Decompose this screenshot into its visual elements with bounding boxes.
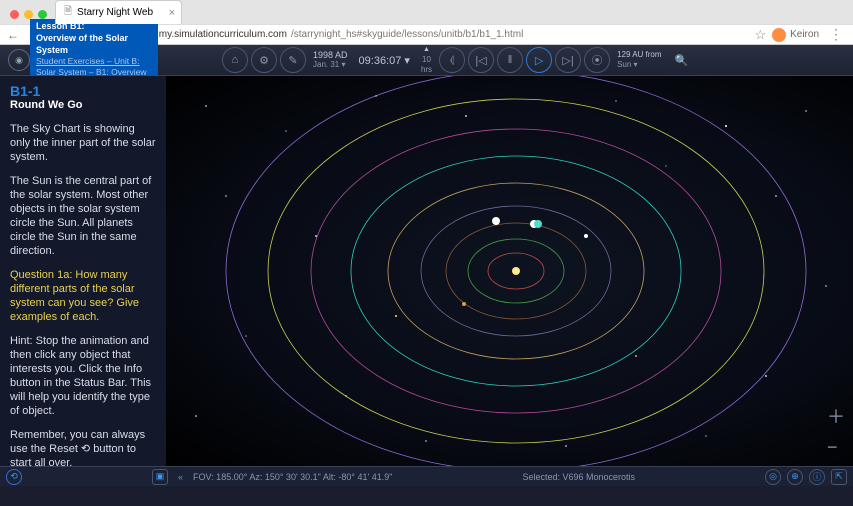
lesson-question: Question 1a: How many different parts of… <box>10 268 156 324</box>
reset-button[interactable]: ⟲ <box>6 469 22 485</box>
selected-readout: Selected: V696 Monocerotis <box>522 472 635 482</box>
date-year: 1998 AD <box>313 50 348 60</box>
question-label: Question 1a: <box>10 269 72 281</box>
lesson-panel: B1-1 Round We Go The Sky Chart is showin… <box>0 76 166 466</box>
zoom-controls: ＋ − <box>827 403 845 458</box>
close-window-icon[interactable] <box>10 10 19 19</box>
location-line1: 129 AU from <box>617 50 661 60</box>
lesson-p1: The Sky Chart is showing only the inner … <box>10 122 156 164</box>
lesson-hint: Hint: Stop the animation and then click … <box>10 334 156 418</box>
status-bar: ⟲ ▣ « FOV: 185.00° Az: 150° 30' 30.1" Al… <box>0 466 853 486</box>
skip-forward-button[interactable]: ▷| <box>555 47 581 73</box>
url-field[interactable]: 🔒 Secure | https://my.simulationcurricul… <box>66 29 748 40</box>
minimize-window-icon[interactable] <box>24 10 33 19</box>
close-tab-icon[interactable]: × <box>169 7 175 19</box>
lesson-code: B1-1 <box>10 84 156 98</box>
bookmark-icon[interactable]: ☆ <box>754 27 766 43</box>
url-host: my.simulationcurriculum.com <box>159 29 287 40</box>
collapse-button[interactable]: « <box>178 472 183 482</box>
browser-tab[interactable]: 🗎 Starry Night Web × <box>55 0 182 24</box>
tab-title: Starry Night Web <box>77 7 153 18</box>
location-display[interactable]: 129 AU from Sun ▾ <box>613 50 665 70</box>
play-button[interactable]: ▷ <box>526 47 552 73</box>
skip-back-button[interactable]: |◁ <box>468 47 494 73</box>
search-button[interactable]: 🔍 <box>669 47 695 73</box>
info-button[interactable]: ⓘ <box>809 469 825 485</box>
main-area: B1-1 Round We Go The Sky Chart is showin… <box>0 76 853 466</box>
location-line2: Sun ▾ <box>617 60 661 70</box>
step-unit: hrs <box>421 65 432 75</box>
app-frame: ◉ Lesson B1: Overview of the Solar Syste… <box>0 45 853 486</box>
lesson-reset: Remember, you can always use the Reset ⟲… <box>10 428 156 466</box>
share-button[interactable]: ⇱ <box>831 469 847 485</box>
sidebar: B1-1 Round We Go The Sky Chart is showin… <box>0 76 166 466</box>
solar-system-graphic <box>166 76 853 466</box>
maximize-window-icon[interactable] <box>38 10 47 19</box>
orbit-button[interactable]: ◎ <box>765 469 781 485</box>
menu-icon[interactable]: ⋮ <box>825 26 847 43</box>
pause-button[interactable]: ‖ <box>497 47 523 73</box>
location-pin-button[interactable]: ⦿ <box>584 47 610 73</box>
zoom-in-button[interactable]: ＋ <box>827 403 845 429</box>
settings-button[interactable]: ⚙ <box>251 47 277 73</box>
edit-button[interactable]: ✎ <box>280 47 306 73</box>
lesson-p2: The Sun is the central part of the solar… <box>10 174 156 258</box>
sky-chart[interactable]: ⌃ ⌄ ＋ − <box>166 76 853 466</box>
image-button[interactable]: ▣ <box>152 469 168 485</box>
time-step[interactable]: ▲ 10 hrs <box>417 45 436 75</box>
fov-readout: FOV: 185.00° Az: 150° 30' 30.1" Alt: -80… <box>193 472 392 482</box>
zoom-out-button[interactable]: − <box>827 437 845 458</box>
url-path: /starrynight_hs#skyguide/lessons/unitb/b… <box>291 29 523 40</box>
app-toolbar: ◉ Lesson B1: Overview of the Solar Syste… <box>0 45 853 76</box>
lesson-title: Round We Go <box>10 98 156 112</box>
sun-icon <box>512 267 520 275</box>
step-back-button[interactable]: ⦉ <box>439 47 465 73</box>
profile-button[interactable]: Keiron <box>772 28 819 42</box>
date-display[interactable]: 1998 AD Jan. 31 ▾ <box>309 50 352 70</box>
avatar-icon <box>772 28 786 42</box>
step-value: 10 <box>422 55 431 65</box>
home-button[interactable]: ⌂ <box>222 47 248 73</box>
back-button[interactable]: ← <box>6 28 20 42</box>
profile-name: Keiron <box>790 29 819 40</box>
date-day: Jan. 31 ▾ <box>313 60 345 70</box>
page-icon: 🗎 <box>64 4 72 21</box>
tab-bar: 🗎 Starry Night Web × <box>0 0 853 24</box>
time-display[interactable]: 09:36:07 ▾ <box>355 54 414 67</box>
step-button[interactable]: ⊕ <box>787 469 803 485</box>
app-logo-icon[interactable]: ◉ <box>8 49 30 71</box>
